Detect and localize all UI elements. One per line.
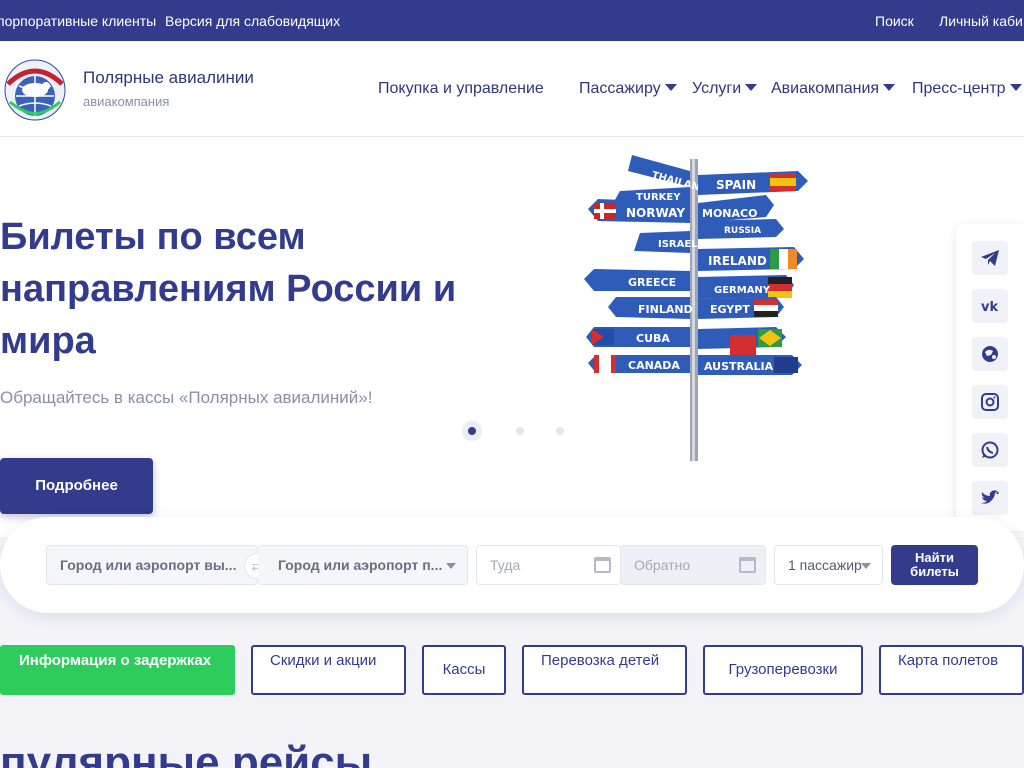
nav-label: Пассажиру <box>579 80 661 97</box>
chevron-down-icon <box>664 84 677 91</box>
chevron-down-icon <box>1009 84 1022 91</box>
top-bar: порпоративные клиенты Версия для слабови… <box>0 0 1024 41</box>
sign-text: IRELAND <box>708 254 767 268</box>
flight-map-button[interactable]: Карта полетов <box>879 645 1024 695</box>
social-sidebar: vk <box>956 224 1024 531</box>
nav-airline[interactable]: Авиакомпания <box>771 80 896 98</box>
account-link[interactable]: Личный каби <box>939 13 1023 29</box>
sign-text: FINLAND <box>638 303 693 316</box>
sign-text: EGYPT <box>710 303 750 316</box>
sign-text: GERMANY <box>714 285 771 296</box>
nav-press-center[interactable]: Пресс-центр <box>912 80 1022 98</box>
search-link[interactable]: Поиск <box>875 13 914 29</box>
svg-text:vk: vk <box>981 300 998 315</box>
sign-text: CUBA <box>636 332 670 345</box>
hero-slider: Билеты по всем направлениям России и мир… <box>0 137 1024 537</box>
hero-subtitle: Обращайтесь в кассы «Полярных авиалиний»… <box>0 388 373 407</box>
nav-buy-manage[interactable]: Покупка и управление <box>378 80 544 98</box>
signpost-image: THAILAND SPAIN TURKEY NORWAY MONACO RUSS… <box>584 155 808 461</box>
return-placeholder: Обратно <box>634 557 691 573</box>
flight-search-bar: Город или аэропорт вы... ⇄ Город или аэр… <box>0 517 1024 613</box>
chevron-down-icon <box>446 563 456 569</box>
nav-label: Авиакомпания <box>771 80 880 97</box>
sign-text: AUSTRALIA <box>704 360 774 373</box>
hero-more-button[interactable]: Подробнее <box>0 458 153 514</box>
passengers-value: 1 пассажир <box>788 557 862 573</box>
instagram-icon[interactable] <box>972 385 1008 419</box>
calendar-icon[interactable] <box>594 557 611 573</box>
delay-info-button[interactable]: Информация о задержках <box>0 645 235 695</box>
sign-text: GREECE <box>628 276 676 289</box>
sign-text: CANADA <box>628 359 680 372</box>
depart-date-input[interactable]: Туда <box>476 545 621 585</box>
brand-name[interactable]: Полярные авиалинии <box>83 68 254 88</box>
slider-dot-2[interactable] <box>516 427 524 435</box>
vk-icon[interactable]: vk <box>972 289 1008 323</box>
nav-services[interactable]: Услуги <box>692 80 758 98</box>
chevron-down-icon <box>745 84 758 91</box>
popular-flights-title: пулярные рейсы <box>0 738 373 768</box>
telegram-icon[interactable] <box>972 241 1008 275</box>
whatsapp-icon[interactable] <box>972 433 1008 467</box>
brand-subtitle: авиакомпания <box>83 94 170 109</box>
nav-label: Покупка и управление <box>378 80 544 97</box>
calendar-icon[interactable] <box>739 557 756 573</box>
destination-placeholder: Город или аэропорт п... <box>278 557 443 573</box>
twitter-icon[interactable] <box>972 481 1008 515</box>
airline-logo[interactable] <box>2 54 68 122</box>
destination-input[interactable]: Город или аэропорт п... <box>258 545 468 585</box>
sign-text: ISRAEL <box>658 239 698 250</box>
slider-dot-3[interactable] <box>556 427 564 435</box>
passengers-select[interactable]: 1 пассажир <box>774 545 883 585</box>
web-icon[interactable] <box>972 337 1008 371</box>
corporate-clients-link[interactable]: порпоративные клиенты <box>0 13 156 29</box>
ticket-offices-button[interactable]: Кассы <box>422 645 506 695</box>
slider-dot-1[interactable] <box>468 427 476 435</box>
discounts-button[interactable]: Скидки и акции <box>251 645 406 695</box>
nav-label: Пресс-центр <box>912 80 1006 97</box>
accessibility-link[interactable]: Версия для слабовидящих <box>165 13 340 29</box>
nav-passenger[interactable]: Пассажиру <box>579 80 677 98</box>
child-transport-button[interactable]: Перевозка детей <box>522 645 687 695</box>
nav-label: Услуги <box>692 80 742 97</box>
find-tickets-button[interactable]: Найти билеты <box>891 545 978 585</box>
origin-input[interactable]: Город или аэропорт вы... <box>46 545 258 585</box>
header: Полярные авиалинии авиакомпания Покупка … <box>0 41 1024 137</box>
origin-placeholder: Город или аэропорт вы... <box>60 557 237 573</box>
hero-title: Билеты по всем направлениям России и мир… <box>0 216 457 362</box>
chevron-down-icon <box>861 563 871 569</box>
cargo-button[interactable]: Грузоперевозки <box>703 645 863 695</box>
depart-placeholder: Туда <box>490 557 521 573</box>
chevron-down-icon <box>883 84 896 91</box>
sign-text: MONACO <box>702 207 757 220</box>
return-date-input[interactable]: Обратно <box>620 545 766 585</box>
sign-text: RUSSIA <box>724 226 761 236</box>
sign-text: SPAIN <box>716 178 756 192</box>
sign-text: NORWAY <box>626 206 685 220</box>
